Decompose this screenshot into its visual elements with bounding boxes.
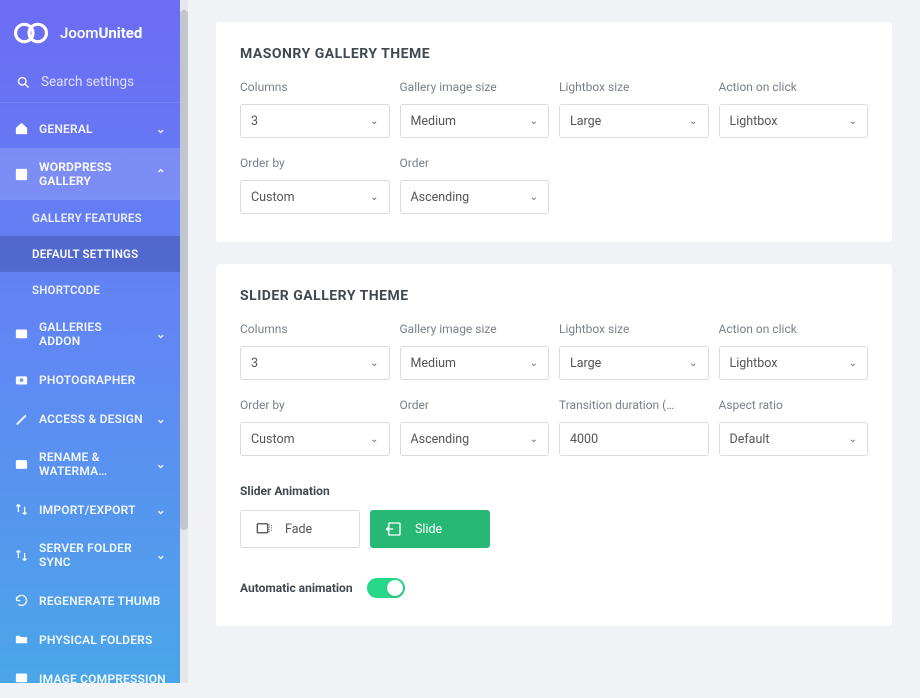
slider-order-select[interactable]: Ascending⌄ <box>400 422 550 456</box>
sidebar-item-wordpress-gallery[interactable]: WORDPRESS GALLERY ⌃ <box>0 148 180 200</box>
slider-aspect-field: Aspect ratio Default⌄ <box>719 398 869 456</box>
slider-transition-field: Transition duration (… 4000 <box>559 398 709 456</box>
slider-action-field: Action on click Lightbox⌄ <box>719 322 869 380</box>
scrollbar-thumb[interactable] <box>180 10 188 530</box>
sidebar-nav: GENERAL ⌄ WORDPRESS GALLERY ⌃ GALLERY FE… <box>0 103 180 698</box>
caret-icon: ⌄ <box>530 434 538 445</box>
caret-icon: ⌄ <box>689 116 697 127</box>
automatic-animation-label: Automatic animation <box>240 581 353 595</box>
brand-mark-icon <box>14 20 52 46</box>
slider-aspect-select[interactable]: Default⌄ <box>719 422 869 456</box>
masonry-action-select[interactable]: Lightbox⌄ <box>719 104 869 138</box>
masonry-panel: MASONRY GALLERY THEME Columns 3⌄ Gallery… <box>216 22 892 242</box>
masonry-orderby-field: Order by Custom⌄ <box>240 156 390 214</box>
compress-icon <box>14 671 29 686</box>
design-icon <box>14 411 29 426</box>
masonry-lightbox-size-field: Lightbox size Large⌄ <box>559 80 709 138</box>
addon-icon <box>14 327 29 342</box>
search-settings[interactable]: Search settings <box>0 62 180 103</box>
masonry-image-size-field: Gallery image size Medium⌄ <box>400 80 550 138</box>
main: MASONRY GALLERY THEME Columns 3⌄ Gallery… <box>180 0 920 683</box>
fade-icon <box>255 520 273 538</box>
masonry-action-field: Action on click Lightbox⌄ <box>719 80 869 138</box>
slider-animation-group: Fade Slide <box>240 510 868 548</box>
watermark-icon <box>14 457 29 472</box>
slider-animation-fade[interactable]: Fade <box>240 510 360 548</box>
masonry-orderby-select[interactable]: Custom⌄ <box>240 180 390 214</box>
brand-text: JoomUnited <box>60 24 142 42</box>
chevron-down-icon: ⌄ <box>156 548 166 562</box>
chevron-down-icon: ⌄ <box>156 327 166 341</box>
sidebar-sub-shortcode[interactable]: SHORTCODE <box>0 272 180 308</box>
caret-icon: ⌄ <box>530 358 538 369</box>
slider-animation-label: Slider Animation <box>240 484 868 498</box>
caret-icon: ⌄ <box>849 434 857 445</box>
sidebar-item-galleries-addon[interactable]: GALLERIES ADDON ⌄ <box>0 308 180 360</box>
slider-lightbox-size-select[interactable]: Large⌄ <box>559 346 709 380</box>
masonry-columns-field: Columns 3⌄ <box>240 80 390 138</box>
scrollbar[interactable] <box>180 0 188 683</box>
slider-action-select[interactable]: Lightbox⌄ <box>719 346 869 380</box>
masonry-order-field: Order Ascending⌄ <box>400 156 550 214</box>
automatic-animation-row: Automatic animation <box>240 578 868 598</box>
sidebar-item-import-export[interactable]: IMPORT/EXPORT ⌄ <box>0 490 180 529</box>
sidebar-item-server-folder-sync[interactable]: SERVER FOLDER SYNC ⌄ <box>0 529 180 581</box>
import-export-icon <box>14 502 29 517</box>
slider-orderby-field: Order by Custom⌄ <box>240 398 390 456</box>
caret-icon: ⌄ <box>370 192 378 203</box>
toggle-knob <box>387 580 403 596</box>
masonry-order-select[interactable]: Ascending⌄ <box>400 180 550 214</box>
slider-image-size-field: Gallery image size Medium⌄ <box>400 322 550 380</box>
refresh-icon <box>14 593 29 608</box>
sidebar-item-general[interactable]: GENERAL ⌄ <box>0 109 180 148</box>
chevron-down-icon: ⌄ <box>156 503 166 517</box>
sync-icon <box>14 548 29 563</box>
sidebar-sub-gallery-features[interactable]: GALLERY FEATURES <box>0 200 180 236</box>
sidebar-item-physical-folders[interactable]: PHYSICAL FOLDERS <box>0 620 180 659</box>
caret-icon: ⌄ <box>849 116 857 127</box>
search-placeholder: Search settings <box>41 74 134 90</box>
home-icon <box>14 121 29 136</box>
sidebar-item-image-compression[interactable]: IMAGE COMPRESSION <box>0 659 180 698</box>
brand-logo: JoomUnited <box>0 0 180 62</box>
camera-icon <box>14 372 29 387</box>
slider-image-size-select[interactable]: Medium⌄ <box>400 346 550 380</box>
sidebar: JoomUnited Search settings GENERAL ⌄ WOR… <box>0 0 180 683</box>
slider-columns-select[interactable]: 3⌄ <box>240 346 390 380</box>
chevron-down-icon: ⌄ <box>156 412 166 426</box>
search-icon <box>16 75 31 90</box>
automatic-animation-toggle[interactable] <box>367 578 405 598</box>
slider-order-field: Order Ascending⌄ <box>400 398 550 456</box>
caret-icon: ⌄ <box>689 358 697 369</box>
sidebar-sub-default-settings[interactable]: DEFAULT SETTINGS <box>0 236 180 272</box>
sidebar-item-rename-watermark[interactable]: RENAME & WATERMA… ⌄ <box>0 438 180 490</box>
masonry-title: MASONRY GALLERY THEME <box>240 46 868 62</box>
folder-icon <box>14 632 29 647</box>
caret-icon: ⌄ <box>370 434 378 445</box>
slider-title: SLIDER GALLERY THEME <box>240 288 868 304</box>
caret-icon: ⌄ <box>849 358 857 369</box>
slider-panel: SLIDER GALLERY THEME Columns 3⌄ Gallery … <box>216 264 892 626</box>
slider-transition-input[interactable]: 4000 <box>559 422 709 456</box>
slide-icon <box>385 520 403 538</box>
caret-icon: ⌄ <box>370 358 378 369</box>
caret-icon: ⌄ <box>370 116 378 127</box>
slider-orderby-select[interactable]: Custom⌄ <box>240 422 390 456</box>
slider-lightbox-size-field: Lightbox size Large⌄ <box>559 322 709 380</box>
content: MASONRY GALLERY THEME Columns 3⌄ Gallery… <box>188 0 920 683</box>
masonry-lightbox-size-select[interactable]: Large⌄ <box>559 104 709 138</box>
sidebar-item-access-design[interactable]: ACCESS & DESIGN ⌄ <box>0 399 180 438</box>
slider-columns-field: Columns 3⌄ <box>240 322 390 380</box>
chevron-down-icon: ⌄ <box>156 122 166 136</box>
caret-icon: ⌄ <box>530 192 538 203</box>
chevron-down-icon: ⌄ <box>156 457 166 471</box>
masonry-columns-select[interactable]: 3⌄ <box>240 104 390 138</box>
sidebar-item-regenerate-thumb[interactable]: REGENERATE THUMB <box>0 581 180 620</box>
chevron-up-icon: ⌃ <box>156 167 166 181</box>
masonry-image-size-select[interactable]: Medium⌄ <box>400 104 550 138</box>
caret-icon: ⌄ <box>530 116 538 127</box>
gallery-icon <box>14 167 29 182</box>
sidebar-item-photographer[interactable]: PHOTOGRAPHER <box>0 360 180 399</box>
slider-animation-slide[interactable]: Slide <box>370 510 490 548</box>
